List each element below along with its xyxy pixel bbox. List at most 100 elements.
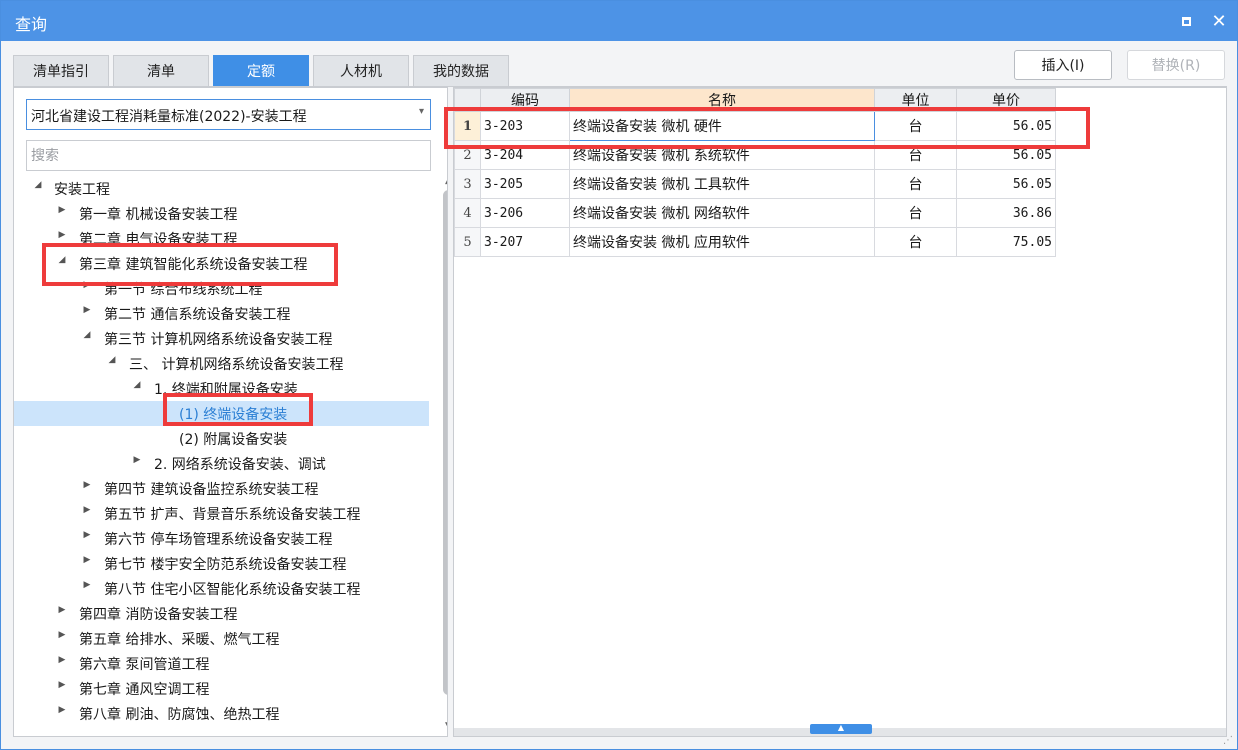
query-dialog: 查询 ✕ 清单指引 清单 定额 人材机 我的数据 插入(I) 替换(R) 河北省… [0,0,1238,750]
search-input[interactable] [27,141,423,170]
tab-labor-material-machine[interactable]: 人材机 [313,55,409,86]
tree-node[interactable]: ▶ 第七章 通风空调工程 [14,676,429,701]
cell-price[interactable]: 56.05 [956,111,1056,141]
row-index: 2 [454,140,481,170]
header-code[interactable]: 编码 [480,88,570,112]
collapsed-caret-icon[interactable]: ▶ [56,655,68,665]
resize-grip-icon[interactable]: ⋰ [1223,735,1233,746]
header-price[interactable]: 单价 [956,88,1056,112]
header-index [454,88,481,112]
tree-node[interactable]: ◢ 1. 终端和附属设备安装 [14,376,429,401]
tree-node[interactable]: ▶ 第八章 刷油、防腐蚀、绝热工程 [14,701,429,726]
category-tree: ◢ 安装工程 ▶ 第一章 机械设备安装工程 ▶ 第二章 电气设备安装工程 ◢ 第… [14,176,429,736]
row-index: 1 [454,111,481,141]
collapsed-caret-icon[interactable]: ▶ [56,630,68,640]
tree-node[interactable]: ▶ 第一章 机械设备安装工程 [14,201,429,226]
tree-node[interactable]: ◢ 安装工程 [14,176,429,201]
tree-node[interactable]: ▶ 第六章 泵间管道工程 [14,651,429,676]
collapsed-caret-icon[interactable]: ▶ [81,305,93,315]
collapsed-caret-icon[interactable]: ▶ [56,205,68,215]
tree-node[interactable]: ▶ 第二节 通信系统设备安装工程 [14,301,429,326]
tree-node[interactable]: ▶ 第五节 扩声、背景音乐系统设备安装工程 [14,501,429,526]
replace-button[interactable]: 替换(R) [1127,50,1225,80]
table-scrollbar[interactable]: ▲ [454,724,1226,736]
collapsed-caret-icon[interactable]: ▶ [56,705,68,715]
collapsed-caret-icon[interactable]: ▶ [56,230,68,240]
tree-scrollbar[interactable]: ▲ ▼ [441,176,447,736]
tree-node[interactable]: ▶ 2. 网络系统设备安装、调试 [14,451,429,476]
table-row[interactable]: 4 3-206 终端设备安装 微机 网络软件 台 36.86 [454,198,1056,228]
search-box[interactable] [26,140,431,171]
library-select-value: 河北省建设工程消耗量标准(2022)-安装工程 [31,109,307,125]
cell-name[interactable]: 终端设备安装 微机 系统软件 [569,140,875,170]
table-row[interactable]: 5 3-207 终端设备安装 微机 应用软件 台 75.05 [454,227,1056,257]
cell-price[interactable]: 36.86 [956,198,1056,228]
cell-code[interactable]: 3-204 [480,140,570,170]
close-icon[interactable]: ✕ [1207,9,1231,33]
maximize-icon[interactable] [1174,9,1198,33]
tree-node[interactable]: ▶ 第四节 建筑设备监控系统安装工程 [14,476,429,501]
header-name[interactable]: 名称 [569,88,875,112]
collapsed-caret-icon[interactable]: ▶ [81,280,93,290]
tree-node[interactable]: ▶ 第七节 楼宇安全防范系统设备安装工程 [14,551,429,576]
table-row[interactable]: 3 3-205 终端设备安装 微机 工具软件 台 56.05 [454,169,1056,199]
scroll-up-icon[interactable]: ▲ [445,176,447,186]
collapsed-caret-icon[interactable]: ▶ [81,580,93,590]
tree-node[interactable]: ▶ 第八节 住宅小区智能化系统设备安装工程 [14,576,429,601]
tree-node[interactable]: ◢ 第三节 计算机网络系统设备安装工程 [14,326,429,351]
cell-name[interactable]: 终端设备安装 微机 工具软件 [569,169,875,199]
cell-price[interactable]: 56.05 [956,169,1056,199]
cell-code[interactable]: 3-203 [480,111,570,141]
collapsed-caret-icon[interactable]: ▶ [81,555,93,565]
cell-code[interactable]: 3-207 [480,227,570,257]
expanded-caret-icon[interactable]: ◢ [106,355,118,365]
collapsed-caret-icon[interactable]: ▶ [131,455,143,465]
tab-my-data[interactable]: 我的数据 [413,55,509,86]
cell-unit[interactable]: 台 [874,111,957,141]
library-select[interactable]: 河北省建设工程消耗量标准(2022)-安装工程 ▾ [26,99,431,130]
tab-quota[interactable]: 定额 [213,55,309,86]
collapsed-caret-icon[interactable]: ▶ [56,605,68,615]
table-row[interactable]: 2 3-204 终端设备安装 微机 系统软件 台 56.05 [454,140,1056,170]
cell-unit[interactable]: 台 [874,140,957,170]
expanded-caret-icon[interactable]: ◢ [81,330,93,340]
collapsed-caret-icon[interactable]: ▶ [81,480,93,490]
tree-node[interactable]: ▶ 第六节 停车场管理系统设备安装工程 [14,526,429,551]
tree-node[interactable]: ▶ 第一节 综合布线系统工程 [14,276,429,301]
tree-node[interactable]: ▶ 第四章 消防设备安装工程 [14,601,429,626]
cell-price[interactable]: 75.05 [956,227,1056,257]
tree-node-selected[interactable]: (1) 终端设备安装 [14,401,429,426]
tab-bill[interactable]: 清单 [113,55,209,86]
tree-node[interactable]: ▶ 第二章 电气设备安装工程 [14,226,429,251]
cell-name[interactable]: 终端设备安装 微机 应用软件 [569,227,875,257]
scroll-down-icon[interactable]: ▼ [445,721,447,731]
title-bar[interactable]: 查询 ✕ [1,1,1237,41]
cell-name[interactable]: 终端设备安装 微机 网络软件 [569,198,875,228]
expanded-caret-icon[interactable]: ◢ [32,180,44,190]
insert-button[interactable]: 插入(I) [1014,50,1112,80]
header-unit[interactable]: 单位 [874,88,957,112]
cell-code[interactable]: 3-205 [480,169,570,199]
tree-node[interactable]: ▶ 第五章 给排水、采暖、燃气工程 [14,626,429,651]
cell-unit[interactable]: 台 [874,198,957,228]
tree-node[interactable]: ◢ 三、 计算机网络系统设备安装工程 [14,351,429,376]
tree-node[interactable]: ◢ 第三章 建筑智能化系统设备安装工程 [14,251,429,276]
cell-unit[interactable]: 台 [874,227,957,257]
collapsed-caret-icon[interactable]: ▶ [81,530,93,540]
tree-node[interactable]: (2) 附属设备安装 [14,426,429,451]
dropdown-arrow-icon[interactable]: ▾ [419,106,424,117]
collapsed-caret-icon[interactable]: ▶ [81,505,93,515]
cell-name[interactable]: 终端设备安装 微机 硬件 [569,111,875,141]
cell-code[interactable]: 3-206 [480,198,570,228]
tab-bill-guide[interactable]: 清单指引 [13,55,109,86]
left-panel: 河北省建设工程消耗量标准(2022)-安装工程 ▾ ◢ 安装工程 ▶ 第一章 机… [13,87,448,737]
expanded-caret-icon[interactable]: ◢ [56,255,68,265]
window-title: 查询 [15,15,48,34]
table-row[interactable]: 1 3-203 终端设备安装 微机 硬件 台 56.05 [454,111,1056,141]
cell-unit[interactable]: 台 [874,169,957,199]
expanded-caret-icon[interactable]: ◢ [131,380,143,390]
collapsed-caret-icon[interactable]: ▶ [56,680,68,690]
scroll-grip-icon[interactable]: ▲ [810,724,872,734]
scroll-thumb[interactable] [443,190,447,695]
cell-price[interactable]: 56.05 [956,140,1056,170]
